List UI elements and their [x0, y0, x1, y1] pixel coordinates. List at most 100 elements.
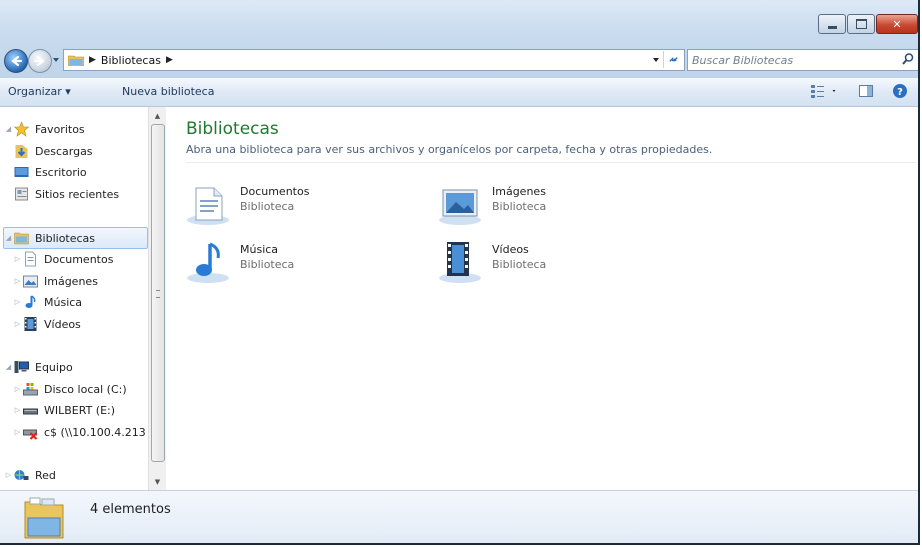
navigation-scrollbar[interactable]: ▲ ▼: [148, 107, 166, 490]
chevron-down-icon[interactable]: [832, 83, 840, 99]
sidebar-item-documents[interactable]: ▷ Documentos: [13, 249, 113, 269]
collapsed-triangle-icon[interactable]: ▷: [13, 298, 22, 306]
explorer-window: ✕ ▶ Bibliotecas ▶ Buscar Bibliotecas Org…: [0, 0, 920, 545]
grip-icon: [156, 290, 160, 298]
libraries-folder-icon: [68, 55, 84, 66]
libraries-folder-icon: [24, 497, 64, 539]
search-icon[interactable]: [901, 52, 915, 66]
new-library-button[interactable]: Nueva biblioteca: [122, 85, 214, 98]
sidebar-item-label: Documentos: [44, 252, 114, 266]
collapsed-triangle-icon[interactable]: ▷: [13, 277, 22, 285]
library-tile-videos[interactable]: Vídeos Biblioteca: [438, 240, 678, 284]
library-name: Documentos: [240, 185, 310, 198]
sidebar-item-label: Escritorio: [35, 165, 87, 179]
desktop-icon: [14, 167, 29, 177]
expanded-triangle-icon[interactable]: ◢: [4, 125, 13, 133]
chevron-down-icon[interactable]: [652, 56, 660, 64]
sidebar-item-label: Bibliotecas: [35, 231, 96, 245]
sidebar-item-libraries[interactable]: ◢ Bibliotecas: [3, 227, 148, 249]
maximize-button[interactable]: [847, 14, 875, 34]
address-row: ▶ Bibliotecas ▶: [0, 46, 918, 76]
library-type: Biblioteca: [492, 200, 547, 213]
sidebar-item-label: Favoritos: [35, 122, 85, 136]
change-view-icon[interactable]: [810, 83, 826, 99]
expanded-triangle-icon[interactable]: ◢: [4, 234, 13, 242]
scroll-down-arrow-icon[interactable]: ▼: [149, 473, 166, 490]
sidebar-item-label: c$ (\\10.100.4.213: [44, 425, 146, 439]
documents-library-icon: [187, 187, 229, 225]
organize-menu[interactable]: Organizar ▾: [8, 85, 71, 98]
collapsed-triangle-icon[interactable]: ▷: [13, 255, 22, 263]
scroll-up-arrow-icon[interactable]: ▲: [149, 107, 166, 124]
page-description: Abra una biblioteca para ver sus archivo…: [186, 143, 713, 156]
preview-pane-icon[interactable]: [858, 83, 874, 99]
disconnected-network-drive-icon: [23, 429, 38, 440]
library-name: Imágenes: [492, 185, 546, 198]
sidebar-item-music[interactable]: ▷ Música: [13, 292, 82, 312]
sidebar-item-label: Disco local (C:): [44, 382, 127, 396]
breadcrumb-separator-icon[interactable]: ▶: [89, 55, 96, 65]
library-tile-images[interactable]: Imágenes Biblioteca: [438, 182, 678, 226]
refresh-button[interactable]: [663, 51, 682, 68]
recent-pages-dropdown[interactable]: [52, 56, 60, 64]
film-icon: [24, 317, 37, 331]
forward-button[interactable]: [28, 49, 52, 73]
collapsed-triangle-icon[interactable]: ▷: [13, 385, 22, 393]
scrollbar-thumb[interactable]: [151, 124, 165, 462]
maximize-icon: [855, 19, 867, 29]
sidebar-item-images[interactable]: ▷ Imágenes: [13, 271, 98, 291]
title-bar: ✕ ▶ Bibliotecas ▶: [0, 0, 918, 78]
sidebar-item-videos[interactable]: ▷ Vídeos: [13, 314, 81, 334]
refresh-icon: [668, 57, 678, 62]
sidebar-item-local-disk[interactable]: ▷ Disco local (C:): [13, 379, 127, 399]
breadcrumb-libraries[interactable]: Bibliotecas: [101, 54, 161, 67]
collapsed-triangle-icon[interactable]: ▷: [13, 428, 22, 436]
downloads-folder-icon: [15, 145, 28, 158]
sidebar-item-label: Imágenes: [44, 274, 98, 288]
window-controls: ✕: [818, 14, 918, 34]
sidebar-item-desktop[interactable]: Escritorio: [13, 162, 87, 182]
collapsed-triangle-icon[interactable]: ▷: [4, 471, 13, 479]
picture-icon: [23, 275, 38, 288]
library-type: Biblioteca: [240, 258, 295, 271]
item-count: 4 elementos: [90, 502, 171, 517]
sidebar-item-network[interactable]: ▷ Red: [4, 465, 56, 485]
hard-drive-icon: [23, 383, 38, 396]
breadcrumb-separator-icon[interactable]: ▶: [166, 55, 173, 65]
sidebar-item-network-share[interactable]: ▷ c$ (\\10.100.4.213: [13, 422, 146, 442]
library-type: Biblioteca: [492, 258, 547, 271]
sidebar-item-recent[interactable]: Sitios recientes: [13, 184, 119, 204]
collapsed-triangle-icon[interactable]: ▷: [13, 320, 22, 328]
sidebar-item-computer[interactable]: ◢ Equipo: [4, 357, 73, 377]
star-icon: [13, 121, 30, 137]
library-tile-music[interactable]: Música Biblioteca: [186, 240, 426, 284]
close-button[interactable]: ✕: [876, 14, 918, 34]
music-library-icon: [187, 242, 229, 283]
details-pane: 4 elementos: [0, 490, 918, 543]
sidebar-item-label: Descargas: [35, 144, 93, 158]
minimize-button[interactable]: [818, 14, 846, 34]
back-button[interactable]: [4, 49, 28, 73]
sidebar-item-downloads[interactable]: Descargas: [13, 141, 93, 161]
library-tile-documents[interactable]: Documentos Biblioteca: [186, 182, 426, 226]
sidebar-item-favorites[interactable]: ◢ Favoritos: [4, 119, 85, 139]
address-bar[interactable]: ▶ Bibliotecas ▶: [63, 49, 685, 71]
navigation-pane: ◢ Favoritos Descargas Escritorio Sitios …: [0, 107, 165, 490]
network-icon: [14, 470, 29, 480]
search-input[interactable]: [688, 52, 884, 68]
close-icon: ✕: [892, 17, 902, 31]
help-icon[interactable]: ?: [892, 83, 908, 99]
arrow-right-icon: [33, 55, 45, 67]
library-name: Vídeos: [492, 243, 529, 256]
sidebar-item-label: Equipo: [35, 360, 73, 374]
expanded-triangle-icon[interactable]: ◢: [4, 363, 13, 371]
sidebar-item-wilbert-drive[interactable]: ▷ WILBERT (E:): [13, 400, 115, 420]
music-note-icon: [25, 295, 36, 308]
pictures-library-icon: [439, 189, 481, 225]
search-box[interactable]: [687, 49, 918, 71]
recent-places-icon: [15, 187, 28, 201]
collapsed-triangle-icon[interactable]: ▷: [13, 406, 22, 414]
arrow-left-icon: [11, 55, 23, 67]
sidebar-item-label: Sitios recientes: [35, 187, 120, 201]
library-content: Bibliotecas Abra una biblioteca para ver…: [170, 107, 918, 490]
